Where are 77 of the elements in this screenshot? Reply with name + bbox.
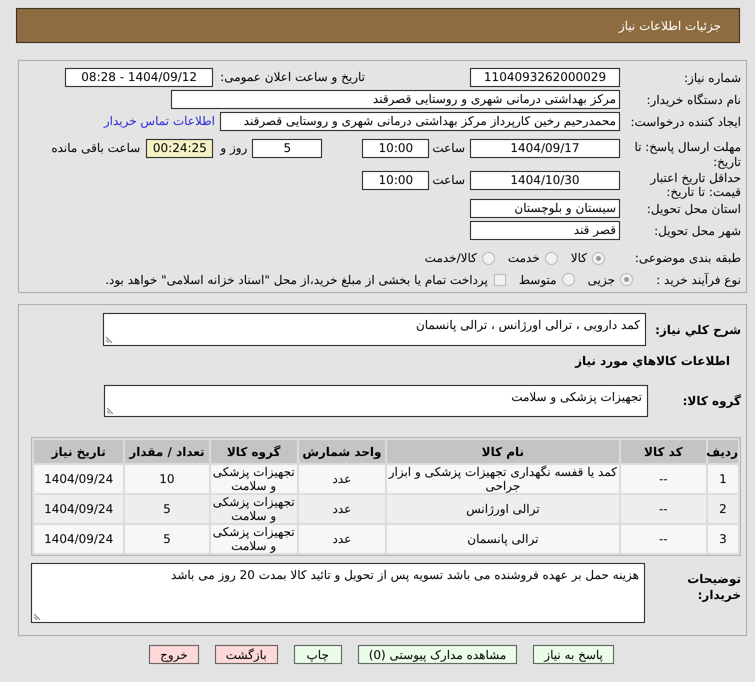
- field-label: نوع فرآیند خرید :: [655, 272, 741, 288]
- radio-label: کالا/خدمت: [424, 250, 477, 266]
- table-cell: --: [620, 525, 706, 553]
- field-label: حداقل تاریخ اعتبار قیمت: تا تاریخ:: [648, 171, 741, 199]
- action-button[interactable]: خروج: [149, 645, 199, 664]
- text-field[interactable]: قصر قند: [470, 221, 620, 240]
- radio-label: خدمت: [508, 250, 540, 266]
- checkbox-label: پرداخت تمام یا بخشی از مبلغ خرید،از محل "اسناد خزانه اسلامی" خواهد بود.: [105, 272, 488, 288]
- field-label: ایجاد کننده درخواست:: [629, 114, 741, 130]
- table-cell: 1404/09/24: [34, 465, 124, 493]
- field-label: شهر محل تحویل:: [653, 223, 741, 239]
- text-field[interactable]: 1404/09/12 - 08:28: [65, 68, 214, 87]
- table-cell: 1404/09/24: [34, 525, 124, 553]
- action-button[interactable]: بازگشت: [214, 645, 278, 664]
- column-header: ردیف: [708, 440, 738, 463]
- radio-label: جزیی: [588, 272, 615, 288]
- field-label: توضیحات خریدار:: [686, 571, 741, 603]
- table-cell: عدد: [298, 495, 386, 523]
- table-cell: --: [620, 465, 706, 493]
- text-field[interactable]: 10:00: [362, 139, 430, 158]
- page-title: جزئیات اطلاعات نیاز: [618, 18, 721, 32]
- column-header: واحد شمارش: [298, 440, 386, 463]
- table-cell: ترالی اورژانس: [387, 495, 619, 523]
- field-label: ساعت: [432, 140, 465, 157]
- field-label: روز و: [220, 140, 248, 157]
- column-header: نام کالا: [387, 440, 619, 463]
- table-cell: عدد: [298, 525, 386, 553]
- section-heading: اطلاعات کالاهاي مورد نیاز: [575, 353, 731, 370]
- table-cell: 10: [125, 465, 209, 493]
- table-cell: عدد: [298, 465, 386, 493]
- radio-label: کالا: [570, 250, 587, 266]
- field-label: طبقه بندی موضوعی:: [634, 250, 741, 266]
- text-field[interactable]: 5: [252, 139, 322, 158]
- column-header: تاریخ نیاز: [34, 440, 124, 463]
- column-header: کد کالا: [620, 440, 706, 463]
- countdown-field: 00:24:25: [146, 139, 214, 158]
- table-cell: 5: [125, 495, 209, 523]
- action-button[interactable]: پاسخ به نیاز: [533, 645, 614, 664]
- field-label: نام دستگاه خریدار:: [646, 92, 741, 108]
- field-label: شرح کلي نیاز:: [654, 322, 741, 338]
- table-cell: تجهیزات پزشکی و سلامت: [210, 495, 297, 523]
- contact-link[interactable]: اطلاعات تماس خریدار: [104, 112, 215, 131]
- table-cell: 3: [708, 525, 738, 553]
- resize-grip-icon[interactable]: [34, 613, 41, 620]
- field-label: ساعت باقی مانده: [51, 140, 140, 157]
- table-cell: کمد یا قفسه نگهداری تجهیزات پزشکی و ابزار جراحی: [387, 465, 619, 493]
- action-button[interactable]: مشاهده مدارک پیوستی (0): [358, 645, 518, 664]
- table-cell: 5: [125, 525, 209, 553]
- field-label: شماره نیاز:: [683, 70, 741, 86]
- table-cell: ترالی پانسمان: [387, 525, 619, 553]
- text-area[interactable]: کمد دارویی ، ترالی اورژانس ، ترالی پانسمان: [103, 313, 646, 346]
- field-label: مهلت ارسال پاسخ: تا تاریخ:: [633, 139, 741, 170]
- field-label: ساعت: [432, 172, 465, 189]
- table-cell: --: [620, 495, 706, 523]
- text-field[interactable]: 1404/10/30: [470, 171, 620, 190]
- field-label: گروه کالا:: [682, 393, 741, 409]
- column-header: گروه کالا: [210, 440, 297, 463]
- table-cell: 2: [708, 495, 738, 523]
- text-field[interactable]: 10:00: [362, 171, 430, 190]
- field-label: تاریخ و ساعت اعلان عمومی:: [220, 69, 365, 86]
- resize-grip-icon[interactable]: [107, 407, 114, 414]
- table-cell: تجهیزات پزشکی و سلامت: [210, 525, 297, 553]
- text-field[interactable]: 1404/09/17: [470, 139, 620, 158]
- table-cell: 1404/09/24: [34, 495, 124, 523]
- text-field[interactable]: سیستان و بلوچستان: [470, 199, 620, 218]
- text-area[interactable]: تجهیزات پزشکی و سلامت: [104, 385, 648, 417]
- radio-label: متوسط: [518, 272, 557, 288]
- text-field[interactable]: مرکز بهداشتی درمانی شهری و روستایی قصرقند: [171, 90, 620, 109]
- text-field[interactable]: 1104093262000029: [470, 68, 620, 87]
- table-cell: 1: [708, 465, 738, 493]
- table-cell: تجهیزات پزشکی و سلامت: [210, 465, 297, 493]
- field-label: استان محل تحویل:: [646, 201, 741, 217]
- column-header: تعداد / مقدار: [125, 440, 209, 463]
- text-area[interactable]: هزینه حمل بر عهده فروشنده می باشد تسویه پس از تحویل و تائید کالا بمدت 20 روز می باشد: [31, 563, 645, 623]
- action-button[interactable]: چاپ: [294, 645, 342, 664]
- resize-grip-icon[interactable]: [106, 336, 113, 343]
- text-field[interactable]: محمدرحیم رخین کارپرداز مرکز بهداشتی درمانی شهری و روستایی قصرقند: [220, 112, 620, 131]
